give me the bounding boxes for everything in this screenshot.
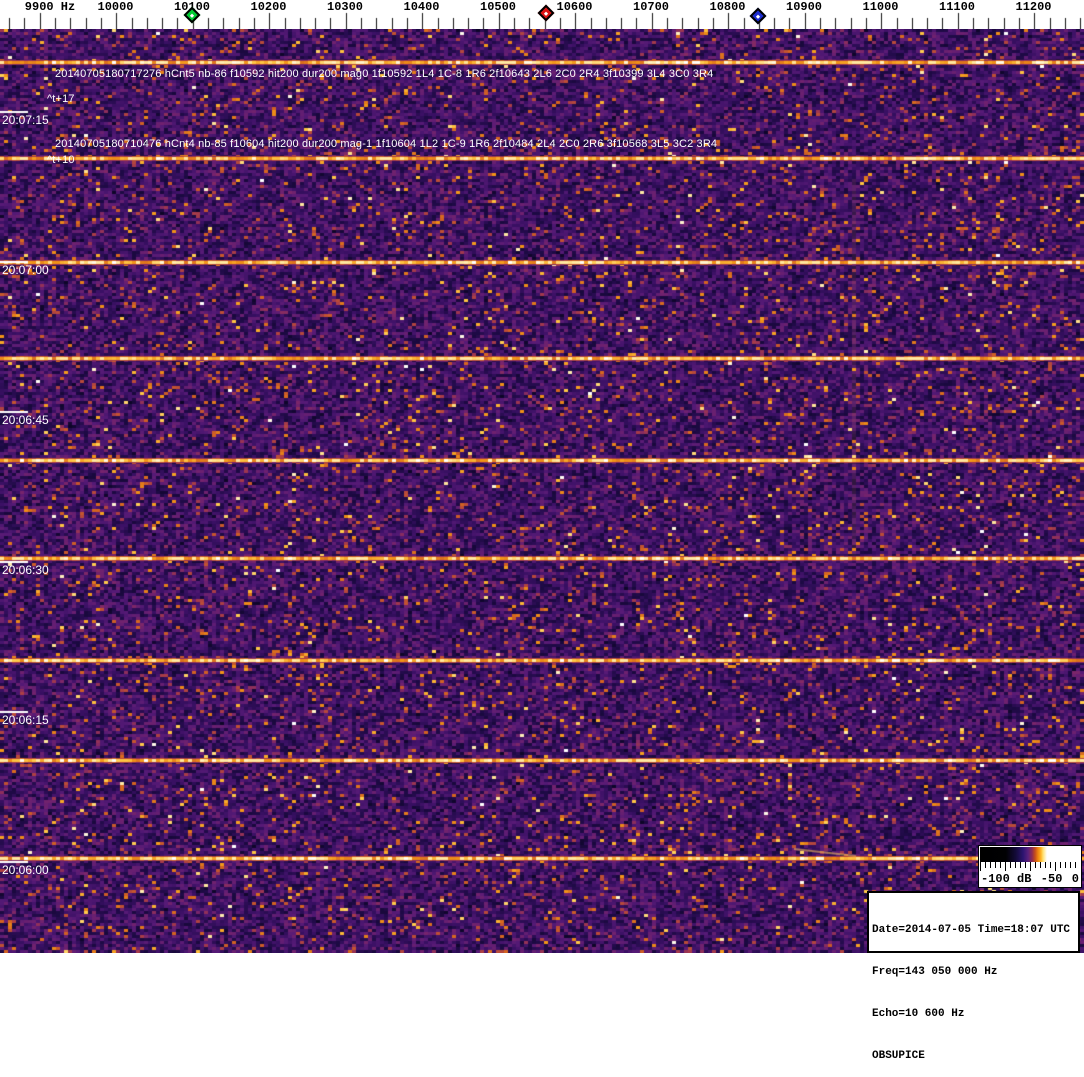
freq-tick-label: 11100: [938, 0, 976, 14]
freq-tick-label: 10900: [785, 0, 823, 14]
spectrogram-canvas: [0, 29, 1084, 953]
marker-center-dot: [543, 10, 549, 16]
info-date-time: Date=2014-07-05 Time=18:07 UTC: [872, 924, 1071, 936]
frequency-ruler: 9900 Hz100001010010200103001040010500106…: [0, 0, 1084, 29]
info-frequency: Freq=143 050 000 Hz: [872, 966, 998, 978]
colorbar-labels: -100 dB -50 0: [981, 872, 1079, 886]
station-info-box: Date=2014-07-05 Time=18:07 UTC Freq=143 …: [867, 891, 1080, 1062]
freq-tick-label: 10800: [709, 0, 746, 14]
freq-tick-label: 10600: [556, 0, 593, 14]
colorbar-label-mid: -50: [1040, 872, 1063, 886]
colorbar-panel: -100 dB -50 0: [978, 845, 1082, 888]
colorbar-label-min: -100 dB: [981, 872, 1032, 886]
colorbar-major-ticks: [980, 862, 1080, 871]
freq-tick-label: 9900 Hz: [24, 0, 76, 14]
freq-tick-label: 10500: [479, 0, 517, 14]
freq-tick-label: 10300: [326, 0, 364, 14]
freq-tick-label: 11200: [1015, 0, 1052, 14]
freq-tick-label: 10000: [97, 0, 134, 14]
colorbar-ticks: [980, 862, 1080, 871]
freq-tick-label: 10700: [632, 0, 670, 14]
marker-center-dot: [189, 12, 195, 18]
freq-tick-label: 11000: [862, 0, 899, 14]
colorbar-gradient: [980, 847, 1080, 862]
colorbar-label-max: 0: [1071, 872, 1079, 886]
info-echo: Echo=10 600 Hz: [872, 1008, 965, 1020]
freq-tick-label: 10400: [403, 0, 440, 14]
marker-center-dot: [755, 13, 761, 19]
info-observatory: OBSUPICE: [872, 1050, 925, 1062]
freq-tick-label: 10200: [250, 0, 287, 14]
